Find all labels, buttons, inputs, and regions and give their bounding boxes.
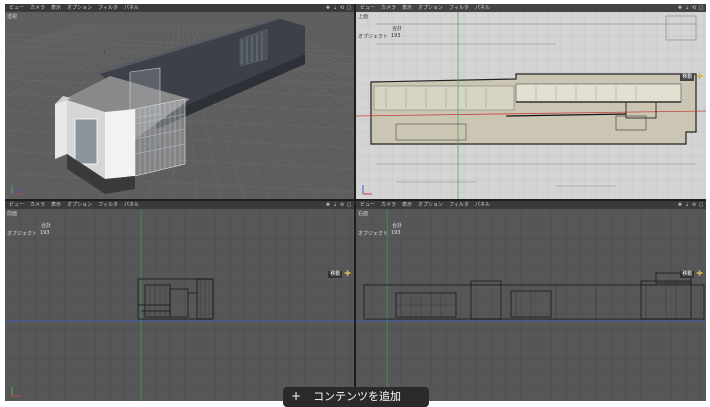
hud-object-count: 193 [391,230,401,236]
hud-stats: 合計 オブジェクト 193 [7,221,51,237]
right-scene[interactable] [356,201,706,401]
rotate-view-icon[interactable]: ⟲ [691,202,697,208]
menu-panel[interactable]: パネル [475,201,490,209]
front-scene[interactable] [5,201,354,401]
move-view-icon[interactable]: ✥ [677,202,683,208]
menu-panel[interactable]: パネル [475,4,490,12]
menubar: ビュー カメラ 表示 オプション フィルタ パネル [5,4,354,12]
menu-view[interactable]: ビュー [360,4,375,12]
move-tool[interactable]: 移動 ✚ [680,73,703,81]
move-label: 移動 [680,270,695,278]
move-plus-icon[interactable]: ✚ [344,270,351,278]
viewport-controls: ✥ ⇣ ⟲ ▢ [324,4,352,12]
add-content-label: コンテンツを追加 [313,390,402,403]
move-label: 移動 [328,270,343,278]
menu-options[interactable]: オプション [418,201,443,209]
viewport-right[interactable]: ビュー カメラ 表示 オプション フィルタ パネル ✥ ⇣ ⟲ ▢ 右面 合計 … [356,201,706,401]
hud-object-count: 193 [40,230,50,236]
move-plus-icon[interactable]: ✚ [696,73,703,81]
hud-object-label: オブジェクト [358,230,389,237]
maximize-view-icon[interactable]: ▢ [698,5,704,11]
viewport-label: 上面 [358,14,369,20]
plus-icon: + [291,389,302,403]
menu-display[interactable]: 表示 [51,4,61,12]
menu-panel[interactable]: パネル [124,201,139,209]
menu-view[interactable]: ビュー [9,4,24,12]
viewport-label: 右面 [358,211,369,217]
move-view-icon[interactable]: ✥ [677,5,683,11]
viewport-controls: ✥ ⇣ ⟲ ▢ [676,4,704,12]
menu-filter[interactable]: フィルタ [98,201,118,209]
axis-gizmo-icon [9,182,23,196]
viewport-label: 透視 [7,14,18,20]
maximize-view-icon[interactable]: ▢ [346,5,352,11]
maximize-view-icon[interactable]: ▢ [346,202,352,208]
axis-gizmo-icon [9,384,23,398]
hud-object-label: オブジェクト [7,230,38,237]
move-label: 移動 [680,73,695,81]
rotate-view-icon[interactable]: ⟲ [339,5,345,11]
viewport-label: 前面 [7,211,18,217]
hud-object-count: 193 [391,33,401,39]
menubar: ビュー カメラ 表示 オプション フィルタ パネル [5,201,354,209]
menu-options[interactable]: オプション [418,4,443,12]
add-content-button[interactable]: + コンテンツを追加 [283,387,429,407]
app-window: ビュー カメラ 表示 オプション フィルタ パネル ✥ ⇣ ⟲ ▢ 透視 ビュー… [5,4,706,401]
menu-options[interactable]: オプション [67,201,92,209]
zoom-view-icon[interactable]: ⇣ [684,202,690,208]
menu-filter[interactable]: フィルタ [98,4,118,12]
zoom-view-icon[interactable]: ⇣ [332,5,338,11]
viewport-front[interactable]: ビュー カメラ 表示 オプション フィルタ パネル ✥ ⇣ ⟲ ▢ 前面 合計 … [5,201,354,401]
zoom-view-icon[interactable]: ⇣ [332,202,338,208]
viewport-controls: ✥ ⇣ ⟲ ▢ [676,201,704,209]
menu-filter[interactable]: フィルタ [449,201,469,209]
rotate-view-icon[interactable]: ⟲ [339,202,345,208]
menu-options[interactable]: オプション [67,4,92,12]
menu-display[interactable]: 表示 [402,201,412,209]
hud-stats: 合計 オブジェクト 193 [358,221,402,237]
perspective-scene[interactable] [5,4,354,199]
hud-header: 合計 [41,222,52,229]
hud-stats: 合計 オブジェクト 193 [358,24,402,40]
move-view-icon[interactable]: ✥ [325,202,331,208]
move-view-icon[interactable]: ✥ [325,5,331,11]
top-scene[interactable] [356,4,706,199]
menu-view[interactable]: ビュー [9,201,24,209]
viewport-controls: ✥ ⇣ ⟲ ▢ [324,201,352,209]
viewport-perspective[interactable]: ビュー カメラ 表示 オプション フィルタ パネル ✥ ⇣ ⟲ ▢ 透視 [5,4,354,199]
axis-gizmo-icon [360,182,374,196]
maximize-view-icon[interactable]: ▢ [698,202,704,208]
move-tool[interactable]: 移動 ✚ [328,270,351,278]
viewport-top[interactable]: ビュー カメラ 表示 オプション フィルタ パネル ✥ ⇣ ⟲ ▢ 上面 合計 … [356,4,706,199]
menubar: ビュー カメラ 表示 オプション フィルタ パネル [356,4,706,12]
menu-display[interactable]: 表示 [51,201,61,209]
hud-header: 合計 [392,222,403,229]
menu-camera[interactable]: カメラ [30,4,45,12]
rotate-view-icon[interactable]: ⟲ [691,5,697,11]
hud-object-label: オブジェクト [358,33,389,40]
menubar: ビュー カメラ 表示 オプション フィルタ パネル [356,201,706,209]
zoom-view-icon[interactable]: ⇣ [684,5,690,11]
menu-camera[interactable]: カメラ [30,201,45,209]
menu-filter[interactable]: フィルタ [449,4,469,12]
hud-header: 合計 [392,25,403,32]
menu-camera[interactable]: カメラ [381,201,396,209]
move-plus-icon[interactable]: ✚ [696,270,703,278]
menu-camera[interactable]: カメラ [381,4,396,12]
move-tool[interactable]: 移動 ✚ [680,270,703,278]
menu-display[interactable]: 表示 [402,4,412,12]
menu-view[interactable]: ビュー [360,201,375,209]
menu-panel[interactable]: パネル [124,4,139,12]
